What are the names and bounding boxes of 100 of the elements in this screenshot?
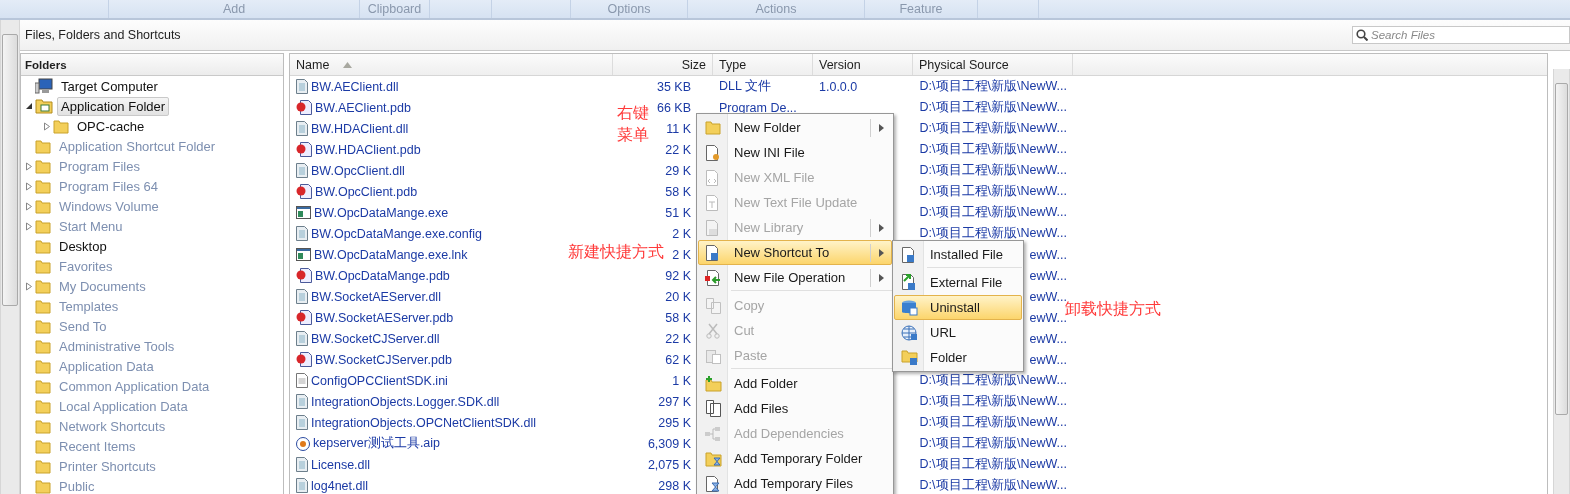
physical-source: ewW... bbox=[1029, 268, 1067, 283]
ribbon-group-label: Actions bbox=[755, 2, 797, 16]
tree-item[interactable]: Desktop bbox=[55, 236, 111, 256]
file-name[interactable]: IntegrationObjects.Logger.SDK.dll bbox=[311, 394, 500, 409]
debug-file-icon bbox=[296, 100, 312, 115]
menu-item[interactable]: Uninstall bbox=[894, 295, 1022, 320]
scroll-thumb[interactable] bbox=[1555, 83, 1568, 415]
file-name[interactable]: BW.OpcDataMange.exe.config bbox=[311, 226, 482, 241]
file-name[interactable]: BW.OpcDataMange.exe bbox=[314, 205, 449, 220]
file-icon bbox=[296, 121, 308, 136]
column-header[interactable]: Type bbox=[713, 54, 813, 75]
file-name[interactable]: BW.AEClient.dll bbox=[311, 79, 399, 94]
menu-item[interactable]: Add Temporary Files bbox=[698, 471, 892, 494]
search-field[interactable]: Search Files bbox=[1352, 26, 1570, 44]
file-size: 297 K bbox=[658, 394, 691, 409]
file-size: 20 K bbox=[665, 289, 691, 304]
menu-item[interactable]: Folder bbox=[894, 345, 1022, 370]
file-icon bbox=[296, 163, 308, 178]
physical-source: D:\项目工程\新版\NewW... bbox=[919, 141, 1067, 158]
file-name[interactable]: ConfigOPCClientSDK.ini bbox=[311, 373, 448, 388]
menu-item[interactable]: New Folder bbox=[698, 115, 892, 140]
file-name[interactable]: BW.SocketCJServer.dll bbox=[311, 331, 440, 346]
column-header[interactable]: Size bbox=[613, 54, 713, 75]
file-size: 11 K bbox=[666, 121, 691, 136]
file-size: 66 KB bbox=[656, 100, 691, 115]
file-size: 2,075 K bbox=[647, 457, 691, 472]
submenu-arrow-icon bbox=[878, 248, 884, 257]
folder-icon bbox=[35, 438, 51, 454]
tree-item[interactable]: Target Computer bbox=[57, 76, 162, 96]
ribbon-group-label: Feature bbox=[899, 2, 943, 16]
file-name[interactable]: log4net.dll bbox=[311, 478, 368, 493]
file-icon bbox=[296, 289, 308, 304]
menu-item[interactable]: New Shortcut To bbox=[698, 240, 892, 265]
expanded-arrow-icon[interactable] bbox=[25, 102, 33, 110]
file-type: DLL 文件 bbox=[719, 78, 771, 95]
file-name[interactable]: BW.AEClient.pdb bbox=[315, 100, 411, 115]
globe-icon bbox=[900, 324, 918, 341]
file-name[interactable]: BW.OpcClient.pdb bbox=[315, 184, 418, 199]
window-icon bbox=[296, 248, 311, 261]
file-name[interactable]: kepserver测试工具.aip bbox=[313, 435, 441, 452]
folder-icon bbox=[35, 418, 51, 434]
folder-icon bbox=[35, 178, 51, 194]
collapsed-arrow-icon[interactable] bbox=[25, 281, 33, 291]
file-name[interactable]: BW.OpcClient.dll bbox=[311, 163, 405, 178]
document-icon bbox=[706, 219, 720, 236]
menu-item[interactable]: URL bbox=[894, 320, 1022, 345]
folder-icon bbox=[35, 218, 51, 234]
file-size: 58 K bbox=[665, 310, 691, 325]
menu-item[interactable]: Add Folder bbox=[698, 371, 892, 396]
file-name[interactable]: BW.SocketAEServer.pdb bbox=[315, 310, 454, 325]
folder-icon bbox=[35, 138, 51, 154]
ribbon-group-label: Add bbox=[222, 2, 246, 16]
folder-shortcut-icon bbox=[900, 349, 918, 366]
menu-item[interactable]: New File Operation bbox=[698, 265, 892, 290]
annotation: 新建快捷方式 bbox=[568, 242, 664, 262]
scrollbar[interactable] bbox=[1553, 69, 1570, 494]
column-header[interactable]: Version bbox=[813, 54, 913, 75]
folder-icon bbox=[35, 238, 51, 254]
file-icon bbox=[296, 415, 308, 430]
document-icon bbox=[706, 169, 720, 186]
column-header[interactable]: Name bbox=[290, 54, 613, 75]
file-name[interactable]: BW.SocketCJServer.pdb bbox=[315, 352, 452, 367]
folder-hourglass-icon bbox=[704, 450, 722, 467]
file-name[interactable]: BW.SocketAEServer.dll bbox=[311, 289, 441, 304]
submenu-arrow-icon bbox=[878, 123, 884, 132]
physical-source: ewW... bbox=[1029, 352, 1067, 367]
debug-file-icon bbox=[296, 352, 312, 367]
menu-item[interactable]: Installed File bbox=[894, 242, 1022, 267]
file-size: 58 K bbox=[665, 184, 691, 199]
file-name[interactable]: BW.HDAClient.pdb bbox=[315, 142, 421, 157]
column-header: Folders bbox=[25, 58, 67, 71]
collapsed-arrow-icon[interactable] bbox=[43, 121, 51, 131]
file-name[interactable]: License.dll bbox=[311, 457, 371, 472]
tree-item[interactable]: Application Folder bbox=[57, 96, 170, 116]
file-name[interactable]: IntegrationObjects.OPCNetClientSDK.dll bbox=[311, 415, 537, 430]
ribbon-group-label: Options bbox=[607, 2, 651, 16]
shortcut-file-icon bbox=[901, 274, 917, 291]
menu-item[interactable]: Add Files bbox=[698, 396, 892, 421]
folder-icon bbox=[35, 358, 51, 374]
scrollbar[interactable] bbox=[0, 20, 20, 494]
file-name[interactable]: BW.OpcDataMange.exe.lnk bbox=[314, 247, 468, 262]
tree-item[interactable]: OPC-cache bbox=[73, 116, 149, 136]
file-type: Program De... bbox=[719, 100, 797, 115]
installer-file-icon bbox=[296, 436, 310, 451]
document-icon bbox=[706, 144, 720, 161]
computer-icon bbox=[35, 78, 53, 94]
physical-source: D:\项目工程\新版\NewW... bbox=[919, 120, 1067, 137]
folder-icon bbox=[53, 118, 69, 134]
folder-icon bbox=[35, 98, 53, 114]
menu-item[interactable]: Add Temporary Folder bbox=[698, 446, 892, 471]
column-header[interactable]: Physical Source bbox=[913, 54, 1073, 75]
menu-item[interactable]: External File bbox=[894, 270, 1022, 295]
file-name[interactable]: BW.HDAClient.dll bbox=[311, 121, 409, 136]
menu-item[interactable]: New INI File bbox=[698, 140, 892, 165]
physical-source: D:\项目工程\新版\NewW... bbox=[919, 183, 1067, 200]
submenu-arrow-icon bbox=[878, 273, 884, 282]
file-name[interactable]: BW.OpcDataMange.pdb bbox=[315, 268, 450, 283]
panel-title: Files, Folders and Shortcuts bbox=[25, 28, 181, 42]
shortcut-file-icon bbox=[902, 246, 916, 263]
scroll-thumb[interactable] bbox=[2, 34, 18, 306]
